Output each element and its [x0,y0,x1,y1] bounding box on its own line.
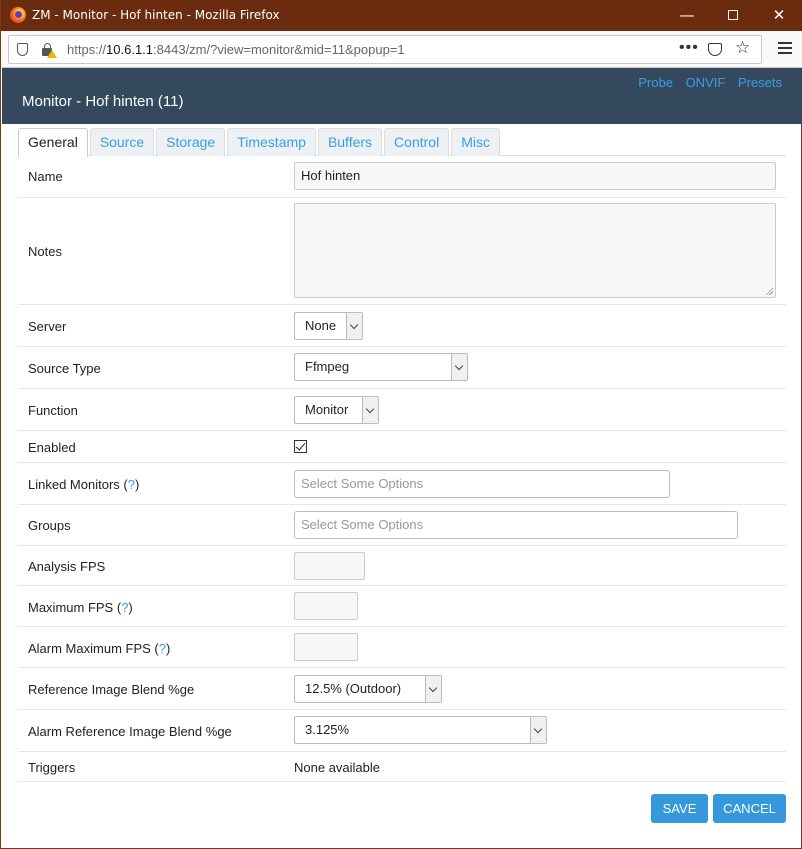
url-prefix: https:// [67,42,107,57]
browser-window: ZM - Monitor - Hof hinten - Mozilla Fire… [0,0,802,849]
url-host: 10.6.1.1 [106,42,154,57]
minimize-button[interactable]: — [664,0,710,31]
url-bar[interactable]: https://10.6.1.1:8443/zm/?view=monitor&m… [8,35,762,64]
max-fps-label-text: Maximum FPS [28,600,114,615]
linked-monitors-label: Linked Monitors (?) [28,477,140,492]
triggers-value: None available [294,760,381,775]
browser-menu-icon[interactable] [778,42,792,57]
cancel-button[interactable]: CANCEL [713,794,786,823]
alarm-ref-blend-select[interactable]: 3.125% [294,716,547,744]
analysis-fps-input[interactable] [294,552,365,580]
url-text[interactable]: https://10.6.1.1:8443/zm/?view=monitor&m… [67,42,405,57]
function-select-value: Monitor [305,402,349,417]
presets-link[interactable]: Presets [738,75,782,90]
server-label: Server [28,319,67,334]
enabled-label: Enabled [28,440,76,455]
alarm-max-fps-input[interactable] [294,633,358,661]
form-row-enabled: Enabled [18,431,786,463]
save-button[interactable]: SAVE [651,794,708,823]
form-row-function: Function Monitor [18,389,786,431]
ref-blend-select-value: 12.5% (Outdoor) [305,681,402,696]
linked-monitors-label-text: Linked Monitors [28,477,120,492]
max-fps-input[interactable] [294,592,358,620]
groups-label: Groups [28,518,71,533]
maximize-icon [728,10,738,20]
bookmark-star-icon[interactable]: ☆ [735,38,750,58]
page-title: Monitor - Hof hinten (11) [22,93,184,110]
form-row-ref-blend: Reference Image Blend %ge 12.5% (Outdoor… [18,668,786,710]
tab-storage[interactable]: Storage [156,128,226,156]
analysis-fps-label: Analysis FPS [28,559,106,574]
pocket-icon[interactable] [708,43,722,56]
form-row-analysis-fps: Analysis FPS [18,546,786,586]
tab-control[interactable]: Control [384,128,450,156]
form-row-server: Server None [18,305,786,347]
notes-label: Notes [28,244,62,259]
probe-link[interactable]: Probe [638,75,673,90]
max-fps-label: Maximum FPS (?) [28,600,133,615]
source-type-select-value: Ffmpeg [305,359,350,374]
form-row-notes: Notes [18,198,786,305]
linked-monitors-multiselect[interactable]: Select Some Options [294,470,670,498]
function-label: Function [28,403,78,418]
tab-general[interactable]: General [18,128,88,157]
resize-grip-icon[interactable] [765,287,773,295]
tracking-protection-shield-icon[interactable] [17,43,28,56]
form-row-linked-monitors: Linked Monitors (?) Select Some Options [18,463,786,505]
notes-textarea[interactable] [294,203,776,298]
firefox-logo-icon [10,7,26,23]
tab-timestamp[interactable]: Timestamp [227,128,316,156]
maximize-button[interactable] [710,0,756,31]
alarm-max-fps-label: Alarm Maximum FPS (?) [28,641,171,656]
chevron-down-icon [362,397,378,423]
linked-monitors-help-link[interactable]: ? [128,477,135,492]
alarm-max-fps-help-link[interactable]: ? [159,641,166,656]
form-row-alarm-max-fps: Alarm Maximum FPS (?) [18,627,786,668]
chevron-down-icon [530,717,546,743]
alarm-ref-blend-label: Alarm Reference Image Blend %ge [28,724,232,739]
function-select[interactable]: Monitor [294,396,379,424]
source-type-label: Source Type [28,361,101,376]
tab-misc[interactable]: Misc [451,128,500,156]
server-select-value: None [305,318,337,333]
ref-blend-label: Reference Image Blend %ge [28,682,195,697]
tab-buffers[interactable]: Buffers [317,128,383,156]
tab-source[interactable]: Source [89,128,155,156]
name-input[interactable]: Hof hinten [294,162,776,190]
chevron-down-icon [346,313,362,339]
ref-blend-select[interactable]: 12.5% (Outdoor) [294,675,442,703]
groups-multiselect[interactable]: Select Some Options [294,511,738,539]
form-row-triggers: Triggers None available [18,752,786,782]
form-row-groups: Groups Select Some Options [18,505,786,546]
chevron-down-icon [425,676,441,702]
triggers-label: Triggers [28,760,76,775]
browser-navbar: https://10.6.1.1:8443/zm/?view=monitor&m… [2,31,802,68]
page-header: Monitor - Hof hinten (11) Probe ONVIF Pr… [2,68,802,124]
enabled-checkbox[interactable] [294,440,307,453]
alarm-max-fps-label-text: Alarm Maximum FPS [28,641,151,656]
alarm-ref-blend-select-value: 3.125% [305,722,350,737]
monitor-form: Name Hof hinten Notes Server None Source… [18,156,786,782]
form-row-name: Name Hof hinten [18,156,786,198]
window-title: ZM - Monitor - Hof hinten - Mozilla Fire… [32,8,280,22]
insecure-lock-icon[interactable] [42,43,57,58]
tab-bar: General Source Storage Timestamp Buffers… [18,128,502,157]
header-links: Probe ONVIF Presets [629,75,782,90]
page-actions-menu-icon[interactable]: ••• [679,39,699,57]
source-type-select[interactable]: Ffmpeg [294,353,468,381]
onvif-link[interactable]: ONVIF [686,75,726,90]
max-fps-help-link[interactable]: ? [121,600,128,615]
form-row-alarm-ref-blend: Alarm Reference Image Blend %ge 3.125% [18,710,786,752]
close-window-button[interactable]: ✕ [756,0,802,31]
window-titlebar[interactable]: ZM - Monitor - Hof hinten - Mozilla Fire… [1,0,802,31]
server-select[interactable]: None [294,312,363,340]
name-label: Name [28,169,63,184]
form-row-source-type: Source Type Ffmpeg [18,347,786,389]
chevron-down-icon [451,354,467,380]
url-rest: :8443/zm/?view=monitor&mid=11&popup=1 [153,42,405,57]
form-row-max-fps: Maximum FPS (?) [18,586,786,627]
